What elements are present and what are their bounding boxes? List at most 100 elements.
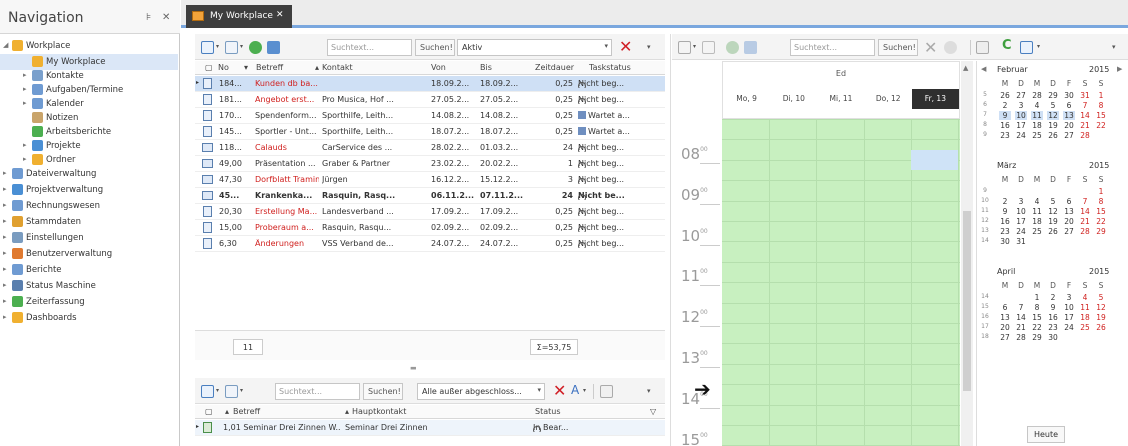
day-cell[interactable]: 12 <box>1095 303 1107 312</box>
day-cell[interactable]: 14 <box>1079 207 1091 216</box>
day-cell[interactable]: 1 <box>1031 293 1043 302</box>
sort-icon[interactable]: ▾ <box>244 63 248 72</box>
table-row[interactable]: 145... Sportler - Unt... Sporthilfe, Leith… <box>195 124 665 140</box>
nav-item[interactable]: ▸ Rechnungswesen <box>0 198 178 214</box>
day-cell[interactable]: 25 <box>1031 227 1043 236</box>
new-task-icon[interactable] <box>201 41 214 54</box>
day-cell[interactable]: 28 <box>1015 333 1027 342</box>
day-cell[interactable]: 11 <box>1031 207 1043 216</box>
table-row[interactable]: 181... Angebot erst... Pro Musica, Hof ...… <box>195 92 665 108</box>
chevron-down-icon[interactable]: ▾ <box>647 43 651 51</box>
nav-item[interactable]: ▸ Benutzerverwaltung <box>0 246 178 262</box>
filter-icon[interactable]: ▽ <box>650 407 656 416</box>
day-header[interactable]: Mi, 11 <box>817 89 864 109</box>
day-cell[interactable]: 30 <box>999 237 1011 246</box>
scroll-up-icon[interactable]: ▲ <box>963 64 968 72</box>
new-project-icon[interactable] <box>201 385 214 398</box>
nav-item[interactable]: ▸ Status Maschine <box>0 278 178 294</box>
day-header[interactable]: Do, 12 <box>865 89 912 109</box>
sync-icon[interactable]: C <box>1002 38 1012 53</box>
chevron-right-icon[interactable]: ▸ <box>3 297 7 305</box>
close-icon[interactable]: ✕ <box>162 12 170 23</box>
day-cell[interactable]: 9 <box>999 111 1011 120</box>
day-cell[interactable]: 26 <box>1047 227 1059 236</box>
chevron-right-icon[interactable]: ▸ <box>23 141 27 149</box>
day-cell[interactable]: 15 <box>1095 207 1107 216</box>
sort-icon[interactable]: ▴ <box>225 407 229 416</box>
day-cell[interactable]: 22 <box>1095 121 1107 130</box>
today-button[interactable]: Heute <box>1027 426 1065 443</box>
day-cell[interactable]: 17 <box>1015 217 1027 226</box>
print-icon[interactable] <box>976 41 989 54</box>
chevron-down-icon[interactable]: ▾ <box>216 387 219 394</box>
nav-item[interactable]: ▸ Dateiverwaltung <box>0 166 178 182</box>
day-cell[interactable]: 4 <box>1031 197 1043 206</box>
day-cell[interactable]: 12 <box>1047 111 1059 120</box>
new-item-icon[interactable] <box>225 385 238 398</box>
day-cell[interactable]: 18 <box>1031 121 1043 130</box>
table-row[interactable]: 170... Spendenform... Sporthilfe, Leith...… <box>195 108 665 124</box>
table-row[interactable]: 15,00 Proberaum a... Rasquin, Rasqu... 02.0… <box>195 220 665 236</box>
day-cell[interactable]: 8 <box>1031 303 1043 312</box>
chevron-right-icon[interactable]: ▸ <box>3 185 7 193</box>
column-hauptkontakt[interactable]: Hauptkontakt <box>352 407 406 416</box>
day-cell[interactable]: 9 <box>1047 303 1059 312</box>
day-cell[interactable]: 20 <box>999 323 1011 332</box>
column-zeitdauer[interactable]: Zeitdauer <box>535 63 574 72</box>
day-cell[interactable]: 3 <box>1063 293 1075 302</box>
scrollbar-thumb[interactable] <box>963 211 971 391</box>
day-cell[interactable]: 24 <box>1015 227 1027 236</box>
panel-splitter[interactable] <box>670 34 671 446</box>
day-cell[interactable]: 26 <box>1095 323 1107 332</box>
column-status[interactable]: Status <box>535 407 561 416</box>
share-icon[interactable] <box>267 41 280 54</box>
nav-item[interactable]: ▸ Projektverwaltung <box>0 182 178 198</box>
day-cell[interactable]: 16 <box>999 121 1011 130</box>
day-cell[interactable]: 13 <box>999 313 1011 322</box>
chevron-right-icon[interactable]: ▸ <box>23 71 27 79</box>
day-cell[interactable]: 15 <box>1031 313 1043 322</box>
share-icon[interactable] <box>744 41 757 54</box>
chevron-right-icon[interactable]: ▸ <box>3 201 7 209</box>
day-cell[interactable]: 23 <box>999 131 1011 140</box>
day-cell[interactable]: 24 <box>1063 323 1075 332</box>
day-cell[interactable]: 24 <box>1015 131 1027 140</box>
day-cell[interactable]: 27 <box>999 333 1011 342</box>
projects-filter-select[interactable]: Alle außer abgeschloss... ▾ <box>417 383 545 400</box>
day-cell[interactable]: 16 <box>999 217 1011 226</box>
delete-icon[interactable]: ✕ <box>619 37 632 56</box>
prev-month-icon[interactable]: ◀ <box>981 65 986 73</box>
day-cell[interactable]: 5 <box>1095 293 1107 302</box>
day-cell[interactable]: 23 <box>1047 323 1059 332</box>
day-cell[interactable]: 10 <box>1015 207 1027 216</box>
table-row[interactable]: ▸ 184... Kunden db ba... 18.09.2... 18.09.2.… <box>195 76 665 92</box>
nav-item[interactable]: ▸ Berichte <box>0 262 178 278</box>
day-cell[interactable]: 31 <box>1079 91 1091 100</box>
settings-icon[interactable] <box>944 41 957 54</box>
nav-item[interactable]: ▸ Stammdaten <box>0 214 178 230</box>
day-cell[interactable]: 2 <box>999 197 1011 206</box>
day-cell[interactable]: 26 <box>1047 131 1059 140</box>
refresh-icon[interactable] <box>249 41 262 54</box>
text-format-icon[interactable]: A <box>571 383 579 397</box>
day-cell[interactable]: 29 <box>1095 227 1107 236</box>
chevron-right-icon[interactable]: ▸ <box>3 169 7 177</box>
selected-slot[interactable] <box>910 149 958 170</box>
column-bis[interactable]: Bis <box>480 63 492 72</box>
chevron-down-icon[interactable]: ◢ <box>3 41 8 49</box>
day-header[interactable]: Fr, 13 <box>911 89 959 109</box>
day-cell[interactable]: 17 <box>1063 313 1075 322</box>
day-cell[interactable]: 2 <box>999 101 1011 110</box>
table-row[interactable]: 6,30 Änderungen VSS Verband de... 24.07.2..… <box>195 236 665 252</box>
day-cell[interactable]: 3 <box>1015 101 1027 110</box>
projects-search-button[interactable]: Suchen! <box>363 383 403 400</box>
day-cell[interactable]: 18 <box>1031 217 1043 226</box>
day-cell[interactable]: 28 <box>1079 131 1091 140</box>
day-cell[interactable]: 5 <box>1047 101 1059 110</box>
day-cell[interactable]: 15 <box>1095 111 1107 120</box>
chevron-right-icon[interactable]: ▸ <box>23 99 27 107</box>
day-cell[interactable]: 23 <box>999 227 1011 236</box>
calendar-grid[interactable] <box>722 119 960 446</box>
day-cell[interactable]: 21 <box>1079 121 1091 130</box>
day-cell[interactable]: 4 <box>1079 293 1091 302</box>
